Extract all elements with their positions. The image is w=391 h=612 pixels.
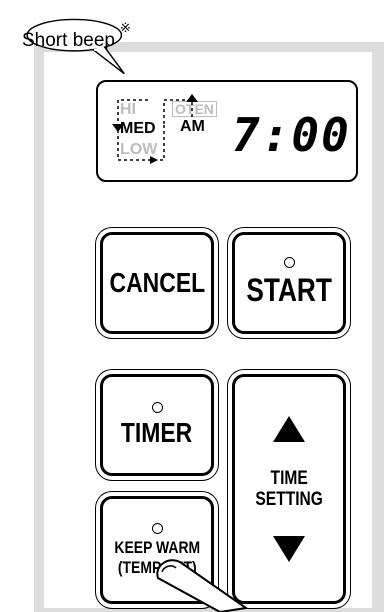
indicator-led-icon [283, 257, 295, 268]
pressing-finger-icon [156, 559, 249, 612]
indicator-led-icon [151, 401, 163, 413]
indicator-led-icon [151, 522, 163, 534]
callout-text: Short beep [22, 30, 115, 51]
down-triangle-icon[interactable] [273, 536, 305, 562]
up-triangle-icon[interactable] [273, 416, 305, 442]
timer-label: TIMER [121, 416, 193, 448]
start-button[interactable]: START [232, 232, 346, 334]
cancel-button[interactable]: CANCEL [100, 232, 214, 334]
level-cycle-arrows [112, 94, 198, 164]
start-label: START [246, 272, 332, 308]
note-mark: ※ [120, 20, 131, 35]
time-setting-line1: TIME [270, 468, 308, 489]
time-setting-label: TIME SETTING [255, 468, 323, 510]
time-setting-line2: SETTING [255, 489, 323, 510]
cancel-label: CANCEL [109, 267, 205, 298]
timer-button[interactable]: TIMER [100, 374, 214, 476]
clock-readout: 7:00 [232, 108, 351, 162]
